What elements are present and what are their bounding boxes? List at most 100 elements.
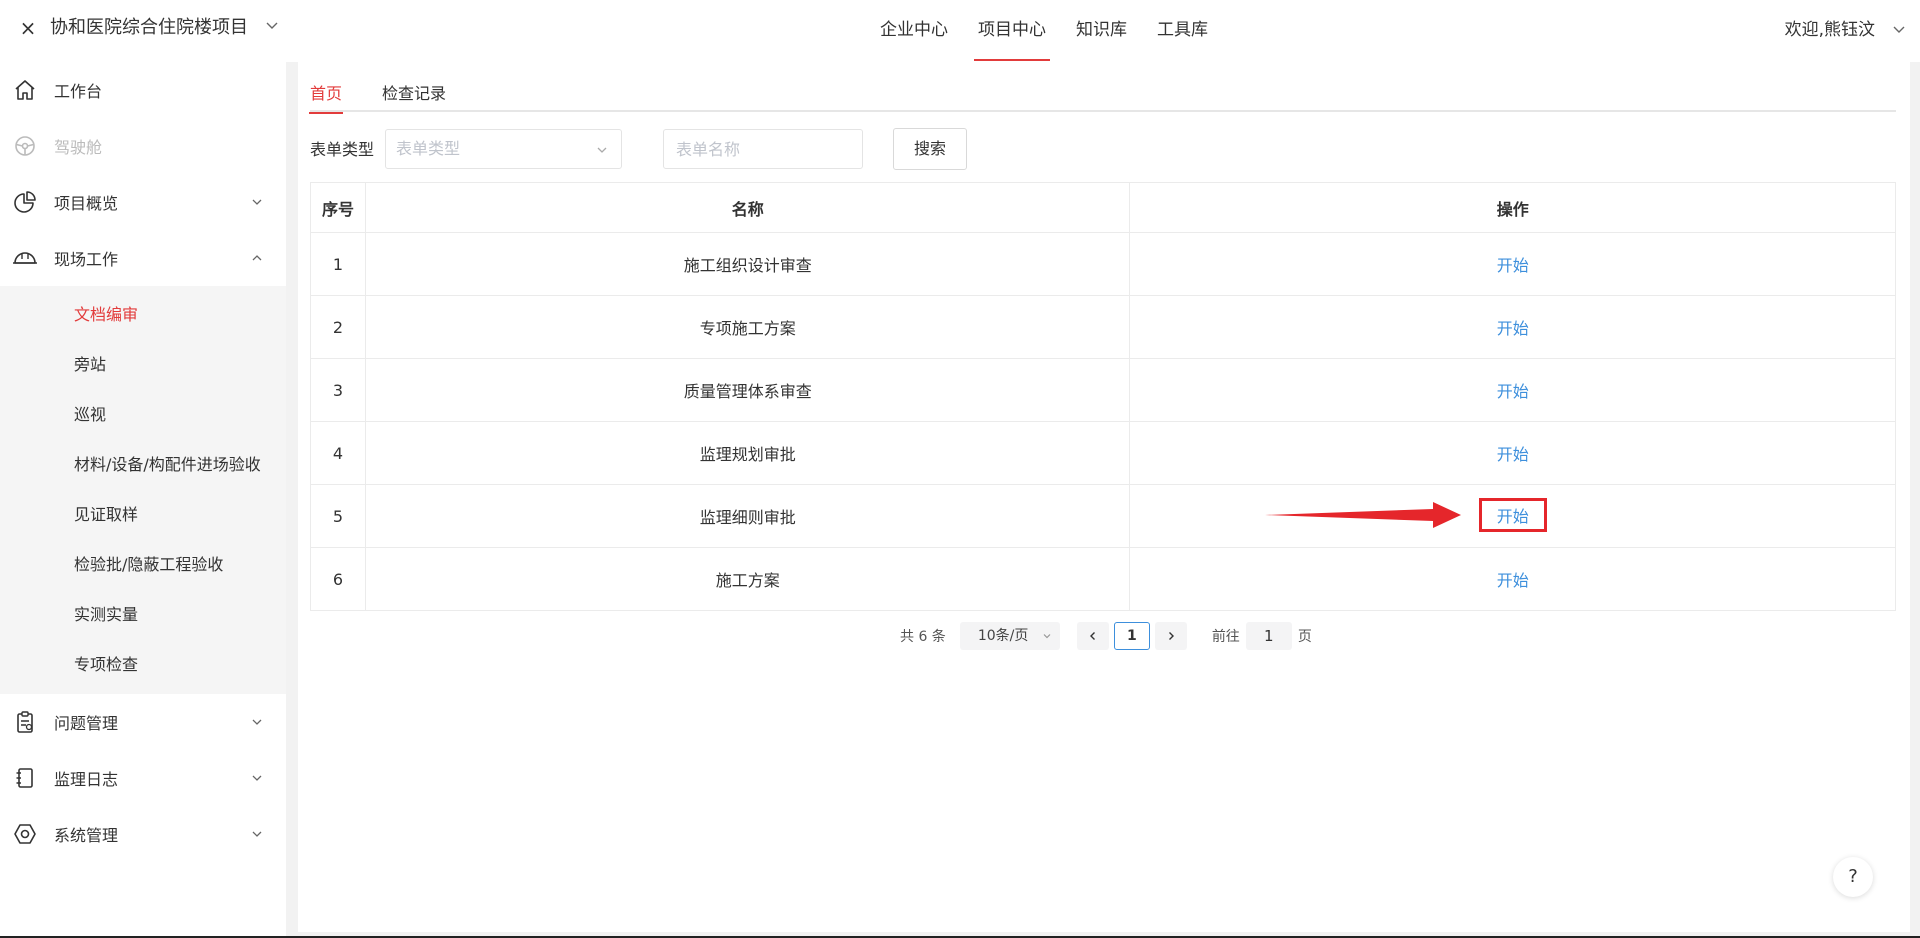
topnav-project-center[interactable]: 项目中心 xyxy=(974,0,1050,62)
chevron-down-icon xyxy=(597,147,607,153)
chevron-down-icon xyxy=(1043,634,1051,639)
column-header-number: 序号 xyxy=(310,182,366,233)
column-header-name: 名称 xyxy=(365,182,1131,233)
annotation-arrow-icon xyxy=(1265,502,1461,528)
chevron-right-icon xyxy=(1168,632,1174,640)
tab-home[interactable]: 首页 xyxy=(308,82,344,114)
row-number: 5 xyxy=(310,484,366,548)
sidebar-item-label: 监理日志 xyxy=(54,770,119,789)
goto-label: 前往 xyxy=(1211,629,1240,645)
chevron-down-icon xyxy=(252,831,262,837)
row-number: 4 xyxy=(310,421,366,485)
table-header-row: 序号 名称 操作 xyxy=(310,182,1896,233)
start-link[interactable]: 开始 xyxy=(1497,445,1529,464)
table-row: 2 专项施工方案 开始 xyxy=(310,295,1896,359)
topnav-tool-library[interactable]: 工具库 xyxy=(1157,0,1208,62)
row-number: 3 xyxy=(310,358,366,422)
submenu-item-measurement[interactable]: 实测实量 xyxy=(0,590,286,640)
pie-chart-icon xyxy=(12,189,38,215)
start-link-highlighted[interactable]: 开始 xyxy=(1478,498,1547,532)
search-button[interactable]: 搜索 xyxy=(893,128,967,170)
page-suffix: 页 xyxy=(1297,629,1312,645)
user-welcome[interactable]: 欢迎,熊钰汶 xyxy=(1785,16,1875,44)
close-icon[interactable]: × xyxy=(18,16,38,40)
submenu-item-document-review[interactable]: 文档编审 xyxy=(0,290,286,340)
top-nav: 企业中心 项目中心 知识库 工具库 xyxy=(880,0,1238,62)
topnav-enterprise-center[interactable]: 企业中心 xyxy=(880,0,948,62)
submenu-item-side-station[interactable]: 旁站 xyxy=(0,340,286,390)
page-size-select[interactable]: 10条/页 xyxy=(959,622,1060,650)
sidebar-item-label: 工作台 xyxy=(54,82,103,101)
sidebar-item-label: 驾驶舱 xyxy=(54,138,103,157)
chevron-down-icon xyxy=(252,719,262,725)
sidebar-item-system-management[interactable]: 系统管理 xyxy=(0,806,286,862)
pagination: 共 6 条 10条/页 1 前往 1 页 xyxy=(900,622,1312,650)
table-row: 3 质量管理体系审查 开始 xyxy=(310,358,1896,422)
goto-page-input[interactable]: 1 xyxy=(1245,622,1292,650)
sidebar-item-label: 项目概览 xyxy=(54,194,119,213)
next-page-button[interactable] xyxy=(1154,622,1187,650)
sidebar-item-label: 问题管理 xyxy=(54,714,119,733)
submenu-item-witness-sampling[interactable]: 见证取样 xyxy=(0,490,286,540)
start-link[interactable]: 开始 xyxy=(1497,319,1529,338)
site-work-submenu: 文档编审 旁站 巡视 材料/设备/构配件进场验收 见证取样 检验批/隐蔽工程验收… xyxy=(0,286,286,694)
hard-hat-icon xyxy=(12,245,38,271)
table-row: 1 施工组织设计审查 开始 xyxy=(310,232,1896,296)
home-icon xyxy=(12,77,38,103)
settings-icon xyxy=(12,821,38,847)
page-number-current[interactable]: 1 xyxy=(1113,622,1150,650)
table-row: 4 监理规划审批 开始 xyxy=(310,421,1896,485)
sidebar-item-issue-management[interactable]: 问题管理 xyxy=(0,694,286,750)
chevron-down-icon[interactable] xyxy=(1892,22,1906,36)
tab-inspection-records[interactable]: 检查记录 xyxy=(382,82,446,106)
row-name: 质量管理体系审查 xyxy=(365,358,1131,422)
clipboard-icon xyxy=(12,709,38,735)
form-type-label: 表单类型 xyxy=(310,140,375,159)
submenu-item-material-acceptance[interactable]: 材料/设备/构配件进场验收 xyxy=(0,440,286,490)
form-type-select-placeholder: 表单类型 xyxy=(396,139,461,158)
start-link[interactable]: 开始 xyxy=(1497,571,1529,590)
chevron-down-icon xyxy=(252,199,262,205)
chevron-down-icon xyxy=(252,775,262,781)
forms-table: 序号 名称 操作 1 施工组织设计审查 开始 2 专项施工方案 开始 3 质量管… xyxy=(310,182,1896,611)
column-header-operation: 操作 xyxy=(1129,182,1896,233)
pagination-total: 共 6 条 xyxy=(900,629,946,645)
sidebar-item-label: 现场工作 xyxy=(54,250,119,269)
top-header: × 协和医院综合住院楼项目 企业中心 项目中心 知识库 工具库 欢迎,熊钰汶 xyxy=(0,0,1920,62)
steering-wheel-icon xyxy=(12,133,38,159)
row-number: 2 xyxy=(310,295,366,359)
notebook-icon xyxy=(12,765,38,791)
topnav-knowledge-base[interactable]: 知识库 xyxy=(1076,0,1127,62)
sidebar-item-supervision-log[interactable]: 监理日志 xyxy=(0,750,286,806)
row-number: 1 xyxy=(310,232,366,296)
start-link[interactable]: 开始 xyxy=(1497,256,1529,275)
submenu-item-special-inspection[interactable]: 专项检查 xyxy=(0,640,286,690)
table-row: 5 监理细则审批 开始 xyxy=(310,484,1896,548)
sidebar-item-cockpit[interactable]: 驾驶舱 xyxy=(0,118,286,174)
content-tabs: 首页 检查记录 xyxy=(308,76,1896,114)
page-size-value: 10条/页 xyxy=(977,628,1029,644)
sidebar-item-label: 系统管理 xyxy=(54,826,119,845)
submenu-item-inspection-lot[interactable]: 检验批/隐蔽工程验收 xyxy=(0,540,286,590)
sidebar-item-project-overview[interactable]: 项目概览 xyxy=(0,174,286,230)
form-type-select[interactable]: 表单类型 xyxy=(385,129,622,169)
row-name: 监理规划审批 xyxy=(365,421,1131,485)
table-row: 6 施工方案 开始 xyxy=(310,547,1896,611)
chevron-down-icon[interactable] xyxy=(265,18,279,32)
submenu-item-patrol[interactable]: 巡视 xyxy=(0,390,286,440)
row-name: 专项施工方案 xyxy=(365,295,1131,359)
help-button[interactable]: ? xyxy=(1833,857,1873,897)
row-number: 6 xyxy=(310,547,366,611)
prev-page-button[interactable] xyxy=(1076,622,1109,650)
form-name-input[interactable] xyxy=(663,129,863,169)
chevron-up-icon xyxy=(252,255,262,261)
row-name: 监理细则审批 xyxy=(365,484,1131,548)
row-name: 施工组织设计审查 xyxy=(365,232,1131,296)
sidebar-item-workbench[interactable]: 工作台 xyxy=(0,62,286,118)
sidebar-item-site-work[interactable]: 现场工作 xyxy=(0,230,286,286)
start-link[interactable]: 开始 xyxy=(1497,382,1529,401)
chevron-left-icon xyxy=(1089,632,1095,640)
sidebar: 工作台 驾驶舱 项目概览 现场工作 文档编审 旁站 巡视 材料/设备/构配件进场… xyxy=(0,62,286,938)
project-title[interactable]: 协和医院综合住院楼项目 xyxy=(50,14,248,42)
row-name: 施工方案 xyxy=(365,547,1131,611)
